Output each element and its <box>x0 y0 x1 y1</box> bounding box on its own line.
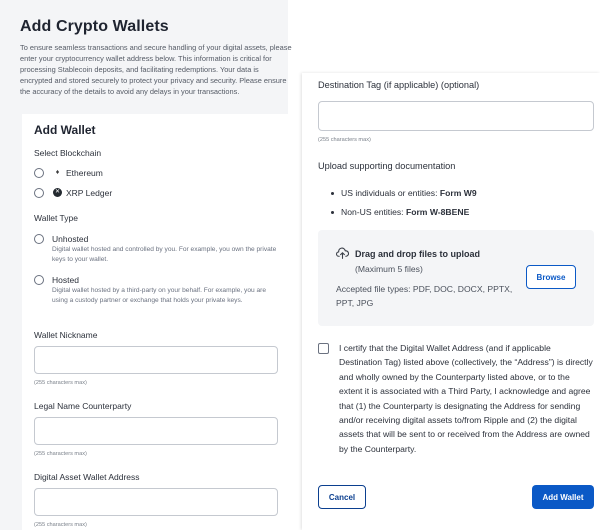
legal-name-label: Legal Name Counterparty <box>34 401 132 411</box>
radio-xrp-ledger[interactable] <box>34 188 44 198</box>
nickname-input[interactable] <box>34 346 278 374</box>
doc-item-non-us-form: Form W-8BENE <box>405 207 470 217</box>
radio-label-hosted: Hosted <box>52 275 79 285</box>
destination-tag-input[interactable] <box>318 101 594 131</box>
cancel-button[interactable]: Cancel <box>318 485 366 509</box>
doc-item-us-form: Form W9 <box>439 188 477 198</box>
destination-tag-label: Destination Tag (if applicable) (optiona… <box>318 80 480 90</box>
doc-item-us-text: US individuals or entities: <box>341 188 440 198</box>
dropzone-subtitle: (Maximum 5 files) <box>355 264 423 274</box>
legal-name-input[interactable] <box>34 417 278 445</box>
cloud-upload-icon <box>336 247 349 259</box>
intro-text: To ensure seamless transactions and secu… <box>20 43 292 96</box>
wallet-address-input[interactable] <box>34 488 278 516</box>
radio-ethereum[interactable] <box>34 168 44 178</box>
certify-text: I certify that the Digital Wallet Addres… <box>339 343 593 454</box>
radio-hosted[interactable] <box>34 275 44 285</box>
wallet-address-label: Digital Asset Wallet Address <box>34 472 140 482</box>
doc-item-non-us-text: Non-US entities: <box>341 207 406 217</box>
wallet-address-hint: (255 characters max) <box>34 522 87 528</box>
doc-item-non-us: Non-US entities: Form W-8BENE <box>341 207 469 217</box>
radio-label-xrp-ledger: XRP Ledger <box>66 188 113 198</box>
nickname-hint: (255 characters max) <box>34 380 87 386</box>
legal-name-hint: (255 characters max) <box>34 451 87 457</box>
radio-label-ethereum: Ethereum <box>66 168 103 178</box>
blockchain-label: Select Blockchain <box>34 148 102 158</box>
certify-checkbox[interactable] <box>318 343 329 354</box>
unhosted-description: Digital wallet hosted and controlled by … <box>52 246 277 263</box>
nickname-label: Wallet Nickname <box>34 330 98 340</box>
page-title: Add Crypto Wallets <box>20 18 169 35</box>
add-wallet-button[interactable]: Add Wallet <box>532 485 594 509</box>
ethereum-icon: ♦ <box>55 169 60 176</box>
radio-unhosted[interactable] <box>34 234 44 244</box>
documentation-label: Upload supporting documentation <box>318 161 456 171</box>
bullet-dot <box>331 211 334 214</box>
form-title: Add Wallet <box>34 123 96 137</box>
radio-label-unhosted: Unhosted <box>52 234 89 244</box>
xrp-icon: ✕ <box>53 188 62 197</box>
destination-tag-hint: (255 characters max) <box>318 137 371 143</box>
bullet-dot <box>331 192 334 195</box>
doc-item-us: US individuals or entities: Form W9 <box>341 188 477 198</box>
hosted-description: Digital wallet hosted by a third-party o… <box>52 287 267 304</box>
wallet-type-label: Wallet Type <box>34 213 78 223</box>
accepted-file-types: Accepted file types: PDF, DOC, DOCX, PPT… <box>336 284 513 308</box>
browse-button[interactable]: Browse <box>526 265 576 289</box>
dropzone-title: Drag and drop files to upload <box>355 249 481 259</box>
